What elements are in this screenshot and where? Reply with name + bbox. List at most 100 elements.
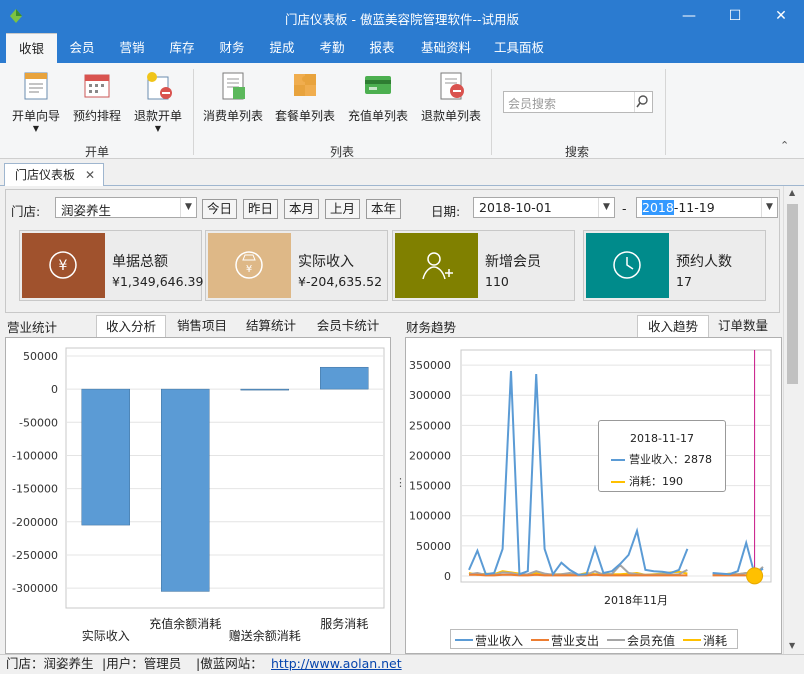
scroll-down-icon[interactable]: ▼ [789,641,795,650]
tab-member-card-stats[interactable]: 会员卡统计 [308,315,388,337]
y-tick-label: -150000 [12,483,58,496]
appointment-schedule-label: 预约排程 [72,109,121,123]
chart-legend: 营业收入 营业支出 会员充值 消耗 [450,629,738,649]
yen-circle-icon: ¥ [49,251,77,279]
minimize-button[interactable]: — [666,0,712,33]
search-button[interactable] [634,92,652,112]
chevron-down-icon: ▼ [180,198,196,217]
tab-commission[interactable]: 提成 [260,33,304,63]
card-title: 单据总额 [112,254,168,270]
store-value: 润姿养生 [61,203,112,218]
bar [161,388,210,592]
scroll-up-icon[interactable]: ▲ [789,188,795,197]
order-wizard-button[interactable]: 开单向导 ▼ [8,69,64,133]
order-wizard-label: 开单向导 [11,109,60,123]
add-user-icon [422,252,453,280]
finance-trend-title: 财务趋势 [406,320,457,335]
tab-finance[interactable]: 财务 [210,33,254,63]
consume-list-icon [222,72,245,100]
this-year-button[interactable]: 本年 [366,199,401,219]
card-icon-bg: ¥ [208,233,291,298]
card-icon [365,76,391,94]
tab-reports[interactable]: 报表 [360,33,404,63]
scrollbar-thumb[interactable] [787,204,798,384]
tab-store-dashboard[interactable]: 门店仪表板 ✕ [4,163,104,187]
tab-attendance[interactable]: 考勤 [310,33,354,63]
tab-sales-items[interactable]: 销售项目 [168,315,236,337]
group-label-search: 搜索 [564,145,589,159]
refund-list-button[interactable]: 退款单列表 [418,69,484,124]
refund-order-button[interactable]: 退款开单 ▼ [130,69,186,133]
date-from-value: 2018-10-01 [479,200,552,215]
last-month-button[interactable]: 上月 [325,199,360,219]
package-list-button[interactable]: 套餐单列表 [272,69,338,124]
income-bar-chart: 50000 0 -50000 -100000 -150000 -200000 -250000… [12,347,385,643]
store-select[interactable]: 润姿养生 ▼ [55,197,197,218]
y-tick-label: 200000 [409,449,451,462]
series-line [469,573,763,577]
chart-tooltip: 2018-11-17 营业收入：2878 消耗：190 [598,420,726,492]
package-list-label: 套餐单列表 [274,109,335,123]
tab-marketing[interactable]: 营销 [110,33,154,63]
tab-inventory[interactable]: 库存 [160,33,204,63]
recharge-list-button[interactable]: 充值单列表 [345,69,411,124]
website-link[interactable]: http://www.aolan.net [271,655,402,673]
tab-cashier[interactable]: 收银 [6,33,57,63]
dropdown-arrow-icon: ▼ [32,124,40,133]
card-icon-bg [586,233,669,298]
clock-icon [613,251,641,279]
x-tick-label: 实际收入 [82,628,130,643]
ribbon-separator [193,69,194,155]
close-button[interactable]: ✕ [758,0,804,33]
tab-settlement-stats[interactable]: 结算统计 [238,315,304,337]
calendar-icon [84,74,110,98]
svg-text:¥: ¥ [59,258,68,274]
maximize-button[interactable]: ☐ [712,0,758,33]
status-site-label: |傲蓝网站： [196,656,263,671]
card-title: 新增会员 [485,254,541,270]
vertical-scrollbar[interactable]: ▲ ▼ [783,186,801,654]
date-to-rest: -11-19 [673,200,715,215]
consume-list-label: 消费单列表 [202,109,263,123]
date-to-picker[interactable]: 2018-11-19 ▼ [636,197,778,218]
status-bar: 门店：润姿养生 |用户：管理员 |傲蓝网站： http://www.aolan.… [0,654,804,674]
y-tick-label: 100000 [409,510,451,523]
x-tick-label: 赠送余额消耗 [229,628,301,643]
appointment-schedule-button[interactable]: 预约排程 [70,69,124,124]
date-label: 日期: [431,204,461,219]
legend-label: 营业收入 [475,634,524,648]
consume-list-button[interactable]: 消费单列表 [200,69,266,124]
recharge-list-label: 充值单列表 [347,109,408,123]
tab-income-analysis[interactable]: 收入分析 [96,315,166,337]
ribbon: 开单向导 ▼ 预约排程 退款开单 ▼ 开单 消费单列表 套餐单列表 充值单列表 … [0,63,804,159]
collapse-ribbon-icon[interactable]: ⌃ [780,139,789,152]
svg-text:¥: ¥ [246,264,252,275]
tab-member[interactable]: 会员 [60,33,104,63]
y-tick-label: -200000 [12,516,58,529]
y-tick-label: 50000 [416,540,451,553]
this-month-button[interactable]: 本月 [284,199,319,219]
y-tick-label: -250000 [12,549,58,562]
date-from-picker[interactable]: 2018-10-01 ▼ [473,197,615,218]
today-button[interactable]: 今日 [202,199,237,219]
x-axis-label: 2018年11月 [604,593,668,607]
search-icon [636,95,648,108]
business-stats-title: 营业统计 [7,320,58,335]
legend-label: 会员充值 [627,634,676,648]
card-total-amount: ¥ 单据总额 ¥1,349,646.39 [19,230,203,301]
highlight-point [746,567,764,585]
order-wizard-icon [24,72,48,100]
close-tab-icon[interactable]: ✕ [85,164,95,186]
card-actual-income: ¥ 实际收入 ¥-204,635.52 [205,230,388,301]
tab-basic-data[interactable]: 基础资料 [412,33,480,63]
legend-swatch [607,639,625,641]
yesterday-button[interactable]: 昨日 [243,199,278,219]
legend-label: 营业支出 [551,634,600,648]
member-search-input[interactable]: 会员搜索 [503,91,653,113]
tab-tools-panel[interactable]: 工具面板 [486,33,552,63]
bar [320,366,369,390]
bar [240,388,289,391]
chevron-down-icon: ▼ [598,198,614,217]
tab-income-trend[interactable]: 收入趋势 [637,315,709,337]
tab-order-count[interactable]: 订单数量 [711,315,775,337]
